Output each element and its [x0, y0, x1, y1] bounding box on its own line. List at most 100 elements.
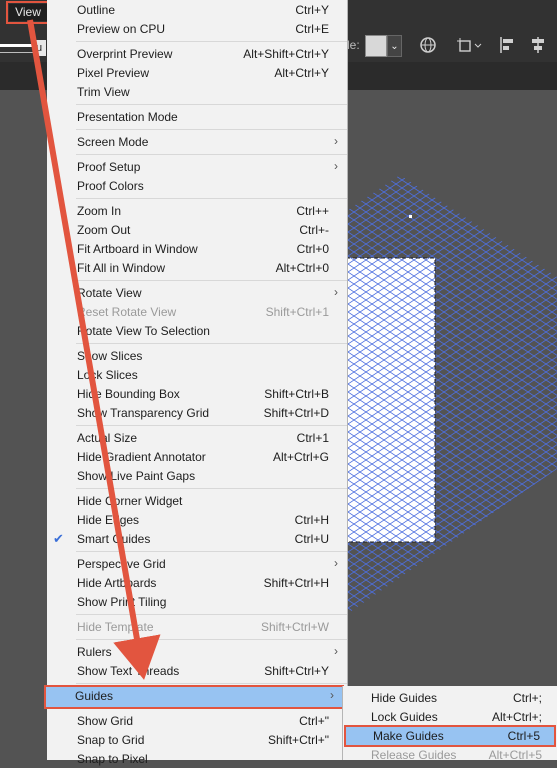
- globe-icon[interactable]: [418, 35, 438, 57]
- menu-item-hide-bounding-box[interactable]: Hide Bounding Box Shift+Ctrl+B: [47, 384, 347, 403]
- menu-item-shortcut: Ctrl+1: [296, 431, 329, 445]
- view-menu[interactable]: View: [6, 1, 50, 24]
- menu-item-hide-artboards[interactable]: Hide Artboards Shift+Ctrl+H: [47, 573, 347, 592]
- style-dropdown[interactable]: ⌄: [387, 35, 402, 57]
- menu-item-rotate-view-to-selection[interactable]: Rotate View To Selection: [47, 321, 347, 340]
- menu-item-label: Proof Colors: [77, 179, 144, 193]
- menu-item-shortcut: Shift+Ctrl+H: [263, 576, 329, 590]
- menu-item-presentation-mode[interactable]: Presentation Mode: [47, 107, 347, 126]
- menu-item-label: Zoom Out: [77, 223, 131, 237]
- menu-item-zoom-out[interactable]: Zoom Out Ctrl+-: [47, 220, 347, 239]
- menu-separator: [76, 129, 347, 130]
- menu-item-rulers[interactable]: Rulers ›: [47, 642, 347, 661]
- menu-item-show-grid[interactable]: Show Grid Ctrl+": [47, 711, 347, 730]
- menu-item-fit-artboard-in-window[interactable]: Fit Artboard in Window Ctrl+0: [47, 239, 347, 258]
- menu-item-lock-slices[interactable]: Lock Slices: [47, 365, 347, 384]
- menu-separator: [76, 683, 347, 684]
- menu-separator: [76, 551, 347, 552]
- menu-item-shortcut: Ctrl+0: [296, 242, 329, 256]
- menu-item-label: Actual Size: [77, 431, 138, 445]
- stroke-preview[interactable]: [0, 44, 34, 47]
- menu-item-hide-corner-widget[interactable]: Hide Corner Widget: [47, 491, 347, 510]
- menu-separator: [76, 280, 347, 281]
- menu-item-smart-guides[interactable]: ✔ Smart Guides Ctrl+U: [47, 529, 347, 548]
- menu-item-label: Hide Corner Widget: [77, 494, 183, 508]
- menu-item-show-live-paint-gaps[interactable]: Show Live Paint Gaps: [47, 466, 347, 485]
- submenu-item-make-guides[interactable]: Make Guides Ctrl+5: [344, 725, 556, 747]
- menu-item-shortcut: Ctrl+-: [299, 223, 329, 237]
- menu-item-label: Outline: [77, 3, 116, 17]
- menu-item-label: Screen Mode: [77, 135, 149, 149]
- menu-separator: [76, 708, 347, 709]
- menu-item-snap-to-grid[interactable]: Snap to Grid Shift+Ctrl+": [47, 730, 347, 749]
- chevron-right-icon: ›: [334, 285, 338, 299]
- style-label: le:: [347, 38, 360, 52]
- menu-item-shortcut: Ctrl+E: [295, 22, 329, 36]
- menu-item-snap-to-pixel[interactable]: Snap to Pixel: [47, 749, 347, 768]
- u-chip[interactable]: u: [36, 40, 46, 56]
- menu-item-shortcut: Ctrl++: [296, 204, 329, 218]
- menu-item-shortcut: Ctrl+U: [294, 532, 329, 546]
- menu-item-label: Smart Guides: [77, 532, 151, 546]
- submenu-item-hide-guides[interactable]: Hide Guides Ctrl+;: [343, 688, 557, 707]
- menu-item-proof-setup[interactable]: Proof Setup ›: [47, 157, 347, 176]
- menu-item-show-text-threads[interactable]: Show Text Threads Shift+Ctrl+Y: [47, 661, 347, 680]
- submenu-item-shortcut: Ctrl+5: [507, 729, 540, 743]
- menu-item-label: Perspective Grid: [77, 557, 166, 571]
- chevron-right-icon: ›: [334, 644, 338, 658]
- transform-icon[interactable]: [456, 35, 484, 57]
- menu-item-label: Show Text Threads: [77, 664, 180, 678]
- guides-submenu: Hide Guides Ctrl+; Lock Guides Alt+Ctrl+; Ma…: [343, 686, 557, 762]
- submenu-item-lock-guides[interactable]: Lock Guides Alt+Ctrl+;: [343, 707, 557, 726]
- submenu-item-shortcut: Alt+Ctrl+;: [491, 710, 542, 724]
- menu-item-label: Snap to Grid: [77, 733, 145, 747]
- menu-item-overprint-preview[interactable]: Overprint Preview Alt+Shift+Ctrl+Y: [47, 44, 347, 63]
- menu-item-hide-template: Hide Template Shift+Ctrl+W: [47, 617, 347, 636]
- menu-item-shortcut: Shift+Ctrl+1: [265, 305, 329, 319]
- checkmark-icon: ✔: [53, 531, 64, 546]
- menu-item-trim-view[interactable]: Trim View: [47, 82, 347, 101]
- menu-item-hide-edges[interactable]: Hide Edges Ctrl+H: [47, 510, 347, 529]
- menu-item-guides[interactable]: Guides ›: [44, 685, 344, 709]
- menu-item-proof-colors[interactable]: Proof Colors: [47, 176, 347, 195]
- menu-item-shortcut: Alt+Ctrl+G: [272, 450, 329, 464]
- menu-item-label: Reset Rotate View: [77, 305, 177, 319]
- menu-separator: [76, 198, 347, 199]
- menu-item-perspective-grid[interactable]: Perspective Grid ›: [47, 554, 347, 573]
- align-left-icon[interactable]: [498, 35, 518, 57]
- menu-item-shortcut: Ctrl+": [299, 714, 329, 728]
- style-swatch[interactable]: [365, 35, 387, 57]
- menu-item-label: Rotate View To Selection: [77, 324, 210, 338]
- submenu-item-label: Make Guides: [373, 729, 444, 743]
- stroke-preview-thin: [0, 52, 34, 53]
- align-center-icon[interactable]: [528, 35, 548, 57]
- menu-item-label: Overprint Preview: [77, 47, 173, 61]
- menu-item-reset-rotate-view: Reset Rotate View Shift+Ctrl+1: [47, 302, 347, 321]
- menu-item-shortcut: Shift+Ctrl+D: [263, 406, 329, 420]
- menu-item-label: Trim View: [77, 85, 130, 99]
- menu-item-show-print-tiling[interactable]: Show Print Tiling: [47, 592, 347, 611]
- menu-item-actual-size[interactable]: Actual Size Ctrl+1: [47, 428, 347, 447]
- menu-item-label: Hide Template: [77, 620, 154, 634]
- menu-item-label: Proof Setup: [77, 160, 141, 174]
- menu-item-show-transparency-grid[interactable]: Show Transparency Grid Shift+Ctrl+D: [47, 403, 347, 422]
- menu-item-label: Show Print Tiling: [77, 595, 167, 609]
- menu-separator: [76, 104, 347, 105]
- menu-item-fit-all-in-window[interactable]: Fit All in Window Alt+Ctrl+0: [47, 258, 347, 277]
- menu-item-hide-gradient-annotator[interactable]: Hide Gradient Annotator Alt+Ctrl+G: [47, 447, 347, 466]
- menu-item-rotate-view[interactable]: Rotate View ›: [47, 283, 347, 302]
- menu-item-label: Hide Gradient Annotator: [77, 450, 206, 464]
- menu-item-pixel-preview[interactable]: Pixel Preview Alt+Ctrl+Y: [47, 63, 347, 82]
- menu-item-shortcut: Ctrl+Y: [295, 3, 329, 17]
- menu-item-label: Hide Artboards: [77, 576, 157, 590]
- chevron-right-icon: ›: [334, 134, 338, 148]
- menu-item-preview-on-cpu[interactable]: Preview on CPU Ctrl+E: [47, 19, 347, 38]
- menu-item-shortcut: Alt+Ctrl+Y: [274, 66, 329, 80]
- menu-item-outline[interactable]: Outline Ctrl+Y: [47, 0, 347, 19]
- chevron-right-icon: ›: [334, 556, 338, 570]
- menu-separator: [76, 639, 347, 640]
- menu-item-zoom-in[interactable]: Zoom In Ctrl++: [47, 201, 347, 220]
- menu-item-screen-mode[interactable]: Screen Mode ›: [47, 132, 347, 151]
- menu-item-show-slices[interactable]: Show Slices: [47, 346, 347, 365]
- menu-separator: [76, 425, 347, 426]
